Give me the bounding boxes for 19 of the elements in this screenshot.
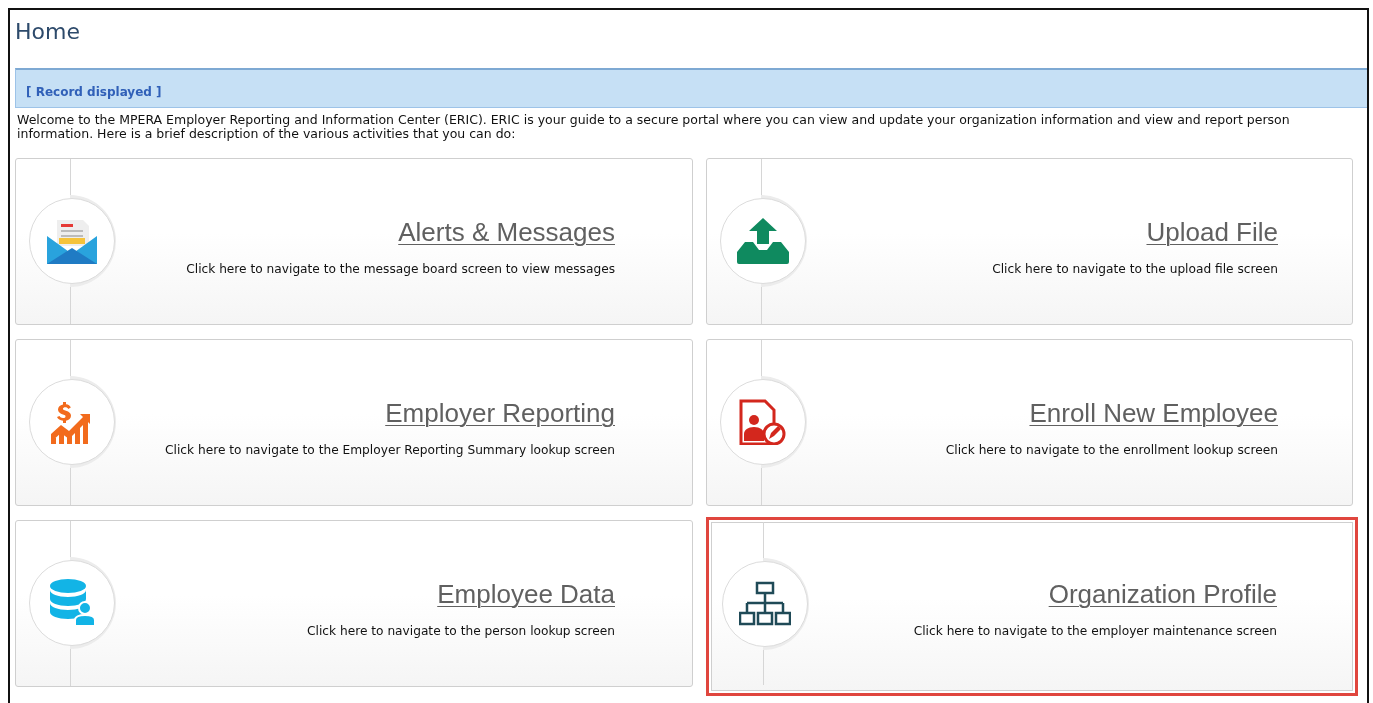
navigation-card[interactable]: Employee Data Click here to navigate to the person lookup screen xyxy=(15,520,693,687)
page-title: Home xyxy=(15,18,80,44)
card-description: Click here to navigate to the employer maintenance screen xyxy=(913,624,1277,638)
card-title-link[interactable]: Organization Profile xyxy=(1048,579,1277,610)
card-title-link[interactable]: Employer Reporting xyxy=(385,398,615,429)
status-message: [ Record displayed ] xyxy=(26,85,162,99)
card-description: Click here to navigate to the person lookup screen xyxy=(307,624,615,638)
person-document-icon xyxy=(739,399,787,445)
card-title-link[interactable]: Upload File xyxy=(1146,217,1278,248)
card-title-link[interactable]: Enroll New Employee xyxy=(1029,398,1278,429)
navigation-card[interactable]: Enroll New Employee Click here to navigate to the enrollment lookup screen xyxy=(706,339,1353,506)
card-description: Click here to navigate to the upload file screen xyxy=(992,262,1278,276)
card-description: Click here to navigate to the Employer Reporting Summary lookup screen xyxy=(165,443,615,457)
card-title-link[interactable]: Alerts & Messages xyxy=(398,217,615,248)
card-title-link[interactable]: Employee Data xyxy=(437,579,615,610)
card-description: Click here to navigate to the message board screen to view messages xyxy=(186,262,615,276)
intro-text: Welcome to the MPERA Employer Reporting and Information Center (ERIC). ERIC is your guide to a secure portal where you can view and update your organization information and view and report person information. Here is a brief description of the various activities that you can do: xyxy=(17,113,1291,141)
card-description: Click here to navigate to the enrollment lookup screen xyxy=(945,443,1278,457)
database-user-icon xyxy=(49,578,95,628)
